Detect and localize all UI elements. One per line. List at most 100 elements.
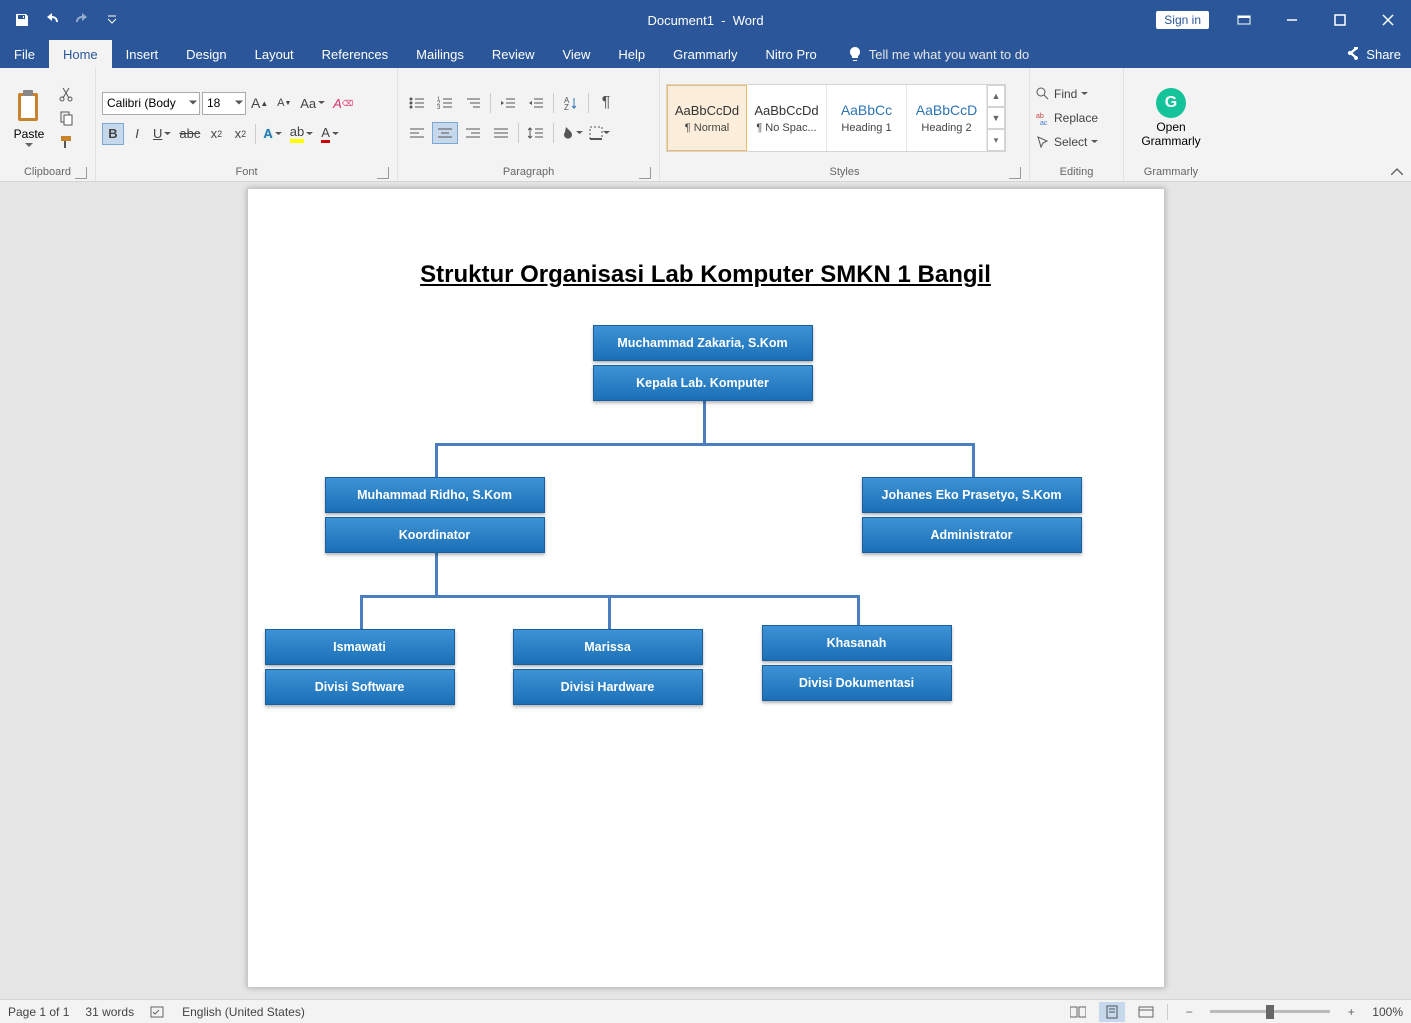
select-button[interactable]: Select (1036, 132, 1098, 152)
strikethrough-button[interactable]: abc (176, 123, 203, 145)
document-canvas[interactable]: Struktur Organisasi Lab Komputer SMKN 1 … (0, 182, 1411, 999)
tab-insert[interactable]: Insert (112, 40, 173, 68)
align-left-icon[interactable] (404, 122, 430, 144)
bullets-icon[interactable] (404, 92, 430, 114)
format-painter-icon[interactable] (56, 133, 76, 151)
grow-font-icon[interactable]: A▲ (248, 92, 271, 114)
dialog-launcher-icon[interactable] (377, 167, 389, 179)
tell-me-search[interactable]: Tell me what you want to do (831, 40, 1029, 68)
status-page[interactable]: Page 1 of 1 (8, 1005, 69, 1019)
style-heading1[interactable]: AaBbCcHeading 1 (827, 85, 907, 151)
superscript-button[interactable]: x2 (229, 123, 251, 145)
styles-gallery[interactable]: AaBbCcDd¶ Normal AaBbCcDd¶ No Spac... Aa… (666, 84, 1006, 152)
group-label-grammarly: Grammarly (1130, 164, 1212, 181)
close-icon[interactable] (1365, 0, 1411, 40)
tab-grammarly[interactable]: Grammarly (659, 40, 751, 68)
italic-button[interactable]: I (126, 123, 148, 145)
replace-button[interactable]: abacReplace (1036, 108, 1098, 128)
paste-button[interactable]: Paste (6, 89, 52, 148)
copy-icon[interactable] (56, 109, 76, 127)
borders-icon[interactable] (586, 122, 612, 144)
scroll-up-icon[interactable]: ▲ (987, 85, 1005, 107)
zoom-in-icon[interactable]: + (1338, 1002, 1364, 1022)
org-node-hardware[interactable]: Marissa Divisi Hardware (513, 629, 703, 705)
minimize-icon[interactable] (1269, 0, 1315, 40)
share-icon (1346, 47, 1360, 61)
tab-design[interactable]: Design (172, 40, 240, 68)
open-grammarly-button[interactable]: G Open Grammarly (1131, 84, 1210, 152)
style-normal[interactable]: AaBbCcDd¶ Normal (667, 85, 747, 151)
font-name-combo[interactable]: Calibri (Body (102, 92, 200, 115)
org-node-software[interactable]: Ismawati Divisi Software (265, 629, 455, 705)
scroll-down-icon[interactable]: ▼ (987, 107, 1005, 129)
qat-customize-icon[interactable] (98, 6, 126, 34)
zoom-out-icon[interactable]: − (1176, 1002, 1202, 1022)
redo-icon[interactable] (68, 6, 96, 34)
find-button[interactable]: Find (1036, 84, 1098, 104)
zoom-slider[interactable] (1210, 1010, 1330, 1013)
print-layout-icon[interactable] (1099, 1002, 1125, 1022)
org-node-koordinator[interactable]: Muhammad Ridho, S.Kom Koordinator (325, 477, 545, 553)
undo-icon[interactable] (38, 6, 66, 34)
tab-references[interactable]: References (308, 40, 402, 68)
share-button[interactable]: Share (1346, 40, 1401, 68)
org-node-administrator[interactable]: Johanes Eko Prasetyo, S.Kom Administrato… (862, 477, 1082, 553)
group-editing: Find abacReplace Select Editing (1030, 68, 1124, 181)
font-size-combo[interactable]: 18 (202, 92, 246, 115)
align-right-icon[interactable] (460, 122, 486, 144)
org-chart[interactable]: Muchammad Zakaria, S.Kom Kepala Lab. Kom… (320, 325, 1092, 765)
chevron-down-icon (235, 101, 243, 106)
maximize-icon[interactable] (1317, 0, 1363, 40)
signin-button[interactable]: Sign in (1156, 11, 1209, 29)
shrink-font-icon[interactable]: A▼ (273, 92, 295, 114)
tab-mailings[interactable]: Mailings (402, 40, 478, 68)
status-language[interactable]: English (United States) (182, 1005, 305, 1019)
multilevel-list-icon[interactable] (460, 92, 486, 114)
gallery-expand-icon[interactable]: ▾ (987, 129, 1005, 151)
zoom-level[interactable]: 100% (1372, 1005, 1403, 1019)
org-node-dokumentasi[interactable]: Khasanah Divisi Dokumentasi (762, 625, 952, 701)
ribbon-display-icon[interactable] (1221, 0, 1267, 40)
read-mode-icon[interactable] (1065, 1002, 1091, 1022)
align-center-icon[interactable] (432, 122, 458, 144)
save-icon[interactable] (8, 6, 36, 34)
justify-icon[interactable] (488, 122, 514, 144)
group-label-clipboard: Clipboard (6, 164, 89, 181)
collapse-ribbon-icon[interactable] (1391, 167, 1403, 175)
tab-layout[interactable]: Layout (241, 40, 308, 68)
dialog-launcher-icon[interactable] (1009, 167, 1021, 179)
style-heading2[interactable]: AaBbCcDHeading 2 (907, 85, 987, 151)
subscript-button[interactable]: x2 (205, 123, 227, 145)
tab-help[interactable]: Help (604, 40, 659, 68)
status-words[interactable]: 31 words (85, 1005, 134, 1019)
line-spacing-icon[interactable] (523, 122, 549, 144)
cut-icon[interactable] (56, 85, 76, 103)
tab-nitropro[interactable]: Nitro Pro (751, 40, 830, 68)
gallery-scrollbar[interactable]: ▲▼▾ (987, 85, 1005, 151)
tab-view[interactable]: View (548, 40, 604, 68)
bold-button[interactable]: B (102, 123, 124, 145)
tab-home[interactable]: Home (49, 40, 112, 68)
dialog-launcher-icon[interactable] (639, 167, 651, 179)
font-color-icon[interactable]: A (318, 123, 342, 145)
tab-file[interactable]: File (0, 40, 49, 68)
sort-icon[interactable]: AZ (558, 92, 584, 114)
spellcheck-icon[interactable] (150, 1005, 166, 1019)
style-nospacing[interactable]: AaBbCcDd¶ No Spac... (747, 85, 827, 151)
decrease-indent-icon[interactable] (495, 92, 521, 114)
shading-icon[interactable] (558, 122, 584, 144)
text-effects-icon[interactable]: A (260, 123, 284, 145)
highlight-icon[interactable]: ab (287, 123, 316, 145)
web-layout-icon[interactable] (1133, 1002, 1159, 1022)
increase-indent-icon[interactable] (523, 92, 549, 114)
tab-review[interactable]: Review (478, 40, 549, 68)
org-node-top[interactable]: Muchammad Zakaria, S.Kom Kepala Lab. Kom… (593, 325, 813, 401)
show-marks-icon[interactable]: ¶ (593, 92, 619, 114)
titlebar: Document1 - Word Sign in (0, 0, 1411, 40)
numbering-icon[interactable]: 123 (432, 92, 458, 114)
change-case-icon[interactable]: Aa (297, 92, 328, 114)
clear-formatting-icon[interactable]: A⌫ (330, 92, 356, 114)
underline-button[interactable]: U (150, 123, 174, 145)
paste-icon (14, 89, 44, 125)
dialog-launcher-icon[interactable] (75, 167, 87, 179)
